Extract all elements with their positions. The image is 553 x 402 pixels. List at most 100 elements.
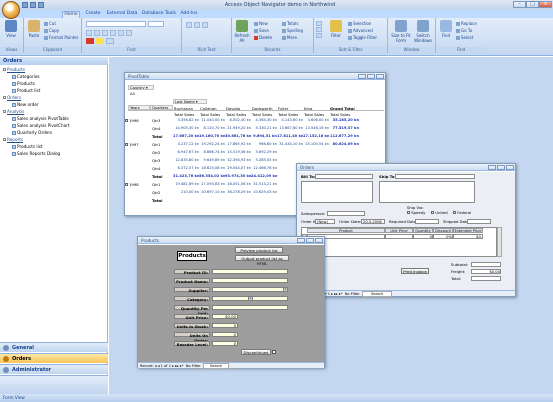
format-painter-button[interactable]: Format Painter — [44, 35, 78, 41]
nav-item[interactable]: Products list — [12, 144, 43, 150]
expand-icon[interactable] — [125, 183, 128, 186]
pivot-maximize-button[interactable] — [367, 74, 375, 79]
redo-icon[interactable] — [38, 2, 44, 8]
tab-add-ins[interactable]: Add-Ins — [178, 11, 200, 18]
selection-button[interactable]: Selection — [348, 21, 371, 27]
preview-product-list-button[interactable]: Preview product list — [235, 247, 283, 253]
bill-to-combo[interactable] — [315, 174, 373, 179]
order-cell[interactable]: 0% — [433, 234, 453, 239]
copy-button[interactable]: Copy — [44, 28, 59, 34]
switch-windows-button[interactable]: Switch Windows — [412, 20, 434, 46]
fill-color-icon[interactable] — [96, 38, 104, 44]
quarter-label[interactable]: Qtr3 — [152, 158, 160, 163]
nav-item[interactable]: Products — [12, 81, 35, 87]
filter-field[interactable]: Country ▾ — [128, 85, 154, 90]
totals-button[interactable]: Totals — [282, 21, 298, 27]
nav-bar-general[interactable]: General — [0, 342, 108, 352]
quarter-label[interactable]: Total — [152, 198, 162, 203]
pivot-close-button[interactable] — [376, 74, 384, 79]
product-field-value[interactable] — [212, 269, 288, 274]
align-left-icon[interactable] — [110, 30, 116, 36]
tab-database-tools[interactable]: Database Tools — [140, 11, 178, 18]
quarter-label[interactable]: Qtr3 — [152, 118, 160, 123]
product-field-value[interactable]: 0 — [212, 332, 238, 337]
year-label[interactable]: 1996 — [129, 118, 139, 123]
bullets-icon[interactable] — [186, 22, 192, 28]
quarter-label[interactable]: Qtr2 — [152, 190, 160, 195]
products-maximize-button[interactable] — [306, 238, 314, 243]
more-button[interactable]: More — [282, 35, 297, 41]
quarter-label[interactable]: Total — [152, 174, 162, 179]
orders-close-button[interactable] — [506, 165, 514, 170]
product-field-value[interactable]: $0,00 — [212, 314, 238, 319]
expand-icon[interactable] — [125, 119, 128, 122]
filter-button[interactable]: Filter — [328, 20, 344, 46]
dropdown-icon[interactable]: ▾ — [283, 287, 288, 292]
ship-united-option[interactable]: United — [431, 210, 448, 215]
product-field-value[interactable]: 0 — [212, 341, 238, 346]
nav-header[interactable]: Orders — [0, 57, 108, 65]
nav-item[interactable]: Sales Reports Dialog — [12, 151, 60, 157]
quarter-label[interactable]: Qtr1 — [152, 182, 160, 187]
discontinued-checkbox[interactable] — [272, 350, 276, 354]
nav-bar-orders[interactable]: Orders — [0, 353, 108, 363]
nav-category[interactable]: Orders — [3, 95, 21, 101]
size-to-fit-button[interactable]: Size to Fit Form — [390, 20, 412, 46]
view-button[interactable]: View — [3, 20, 19, 46]
nav-item[interactable]: New order — [12, 102, 39, 108]
goto-button[interactable]: Go To — [456, 28, 472, 34]
nav-category[interactable]: Reports — [3, 137, 23, 143]
products-minimize-button[interactable] — [297, 238, 305, 243]
replace-button[interactable]: Replace — [456, 21, 477, 27]
subform-scrollbar[interactable] — [497, 227, 502, 257]
advanced-button[interactable]: Advanced — [348, 28, 373, 34]
quarter-label[interactable]: Qtr2 — [152, 150, 160, 155]
nav-item[interactable]: Sales analysis PivotChart — [12, 123, 70, 129]
save-icon[interactable] — [22, 2, 28, 8]
indent-icon[interactable] — [202, 22, 208, 28]
nav-item[interactable]: Categories — [12, 74, 40, 80]
output-html-button[interactable]: Output product list as HTML — [235, 255, 289, 266]
shipped-date-field[interactable] — [467, 219, 491, 224]
ship-speedy-option[interactable]: Speedy — [407, 210, 425, 215]
pivot-minimize-button[interactable] — [358, 74, 366, 79]
nav-category[interactable]: Analysis — [3, 109, 24, 115]
nav-bar-administrator[interactable]: Administrator — [0, 364, 108, 374]
print-invoice-button[interactable]: Print Invoice — [401, 268, 429, 274]
italic-icon[interactable] — [94, 30, 100, 36]
required-date-field[interactable] — [415, 219, 439, 224]
product-field-value[interactable] — [212, 278, 288, 283]
orders-search-box[interactable]: Search — [361, 291, 393, 297]
discontinued-field[interactable]: Discontinued — [241, 349, 271, 355]
ship-to-address[interactable] — [379, 181, 475, 203]
product-field-value[interactable] — [212, 305, 288, 310]
align-center-icon[interactable] — [118, 30, 124, 36]
clear-sort-icon[interactable] — [316, 33, 322, 38]
delete-record-button[interactable]: Delete — [254, 35, 272, 41]
undo-icon[interactable] — [30, 2, 36, 8]
freight-field[interactable]: $0,00 — [471, 269, 501, 274]
quarter-label[interactable]: Total — [152, 134, 162, 139]
quarter-label[interactable]: Qtr1 — [152, 142, 160, 147]
bill-to-address[interactable] — [301, 181, 373, 203]
new-record-button[interactable]: New — [254, 21, 268, 27]
orders-record-navigator[interactable]: Record: ◂ ◂ 1 of 1 ▸ ▸▸ ▸* No Filter Sea… — [297, 290, 515, 297]
sort-desc-icon[interactable] — [316, 27, 322, 32]
spelling-button[interactable]: Spelling — [282, 28, 303, 34]
close-button[interactable]: × — [539, 1, 552, 8]
find-button[interactable]: Find — [438, 20, 454, 46]
nav-item[interactable]: Product list — [12, 88, 40, 94]
cut-button[interactable]: Cut — [44, 21, 56, 27]
year-label[interactable]: 1997 — [129, 142, 139, 147]
column-field[interactable]: Last Name ▾ — [173, 99, 207, 104]
toggle-filter-button[interactable]: Toggle Filter — [348, 35, 377, 41]
refresh-all-button[interactable]: Refresh All — [234, 20, 250, 46]
ship-to-name[interactable] — [395, 174, 475, 179]
orders-maximize-button[interactable] — [497, 165, 505, 170]
align-right-icon[interactable] — [126, 30, 132, 36]
office-button[interactable] — [2, 1, 20, 19]
orders-minimize-button[interactable] — [488, 165, 496, 170]
quarter-label[interactable]: Qtr4 — [152, 126, 160, 131]
salesperson-combo[interactable] — [327, 211, 365, 216]
expand-icon[interactable] — [125, 143, 128, 146]
